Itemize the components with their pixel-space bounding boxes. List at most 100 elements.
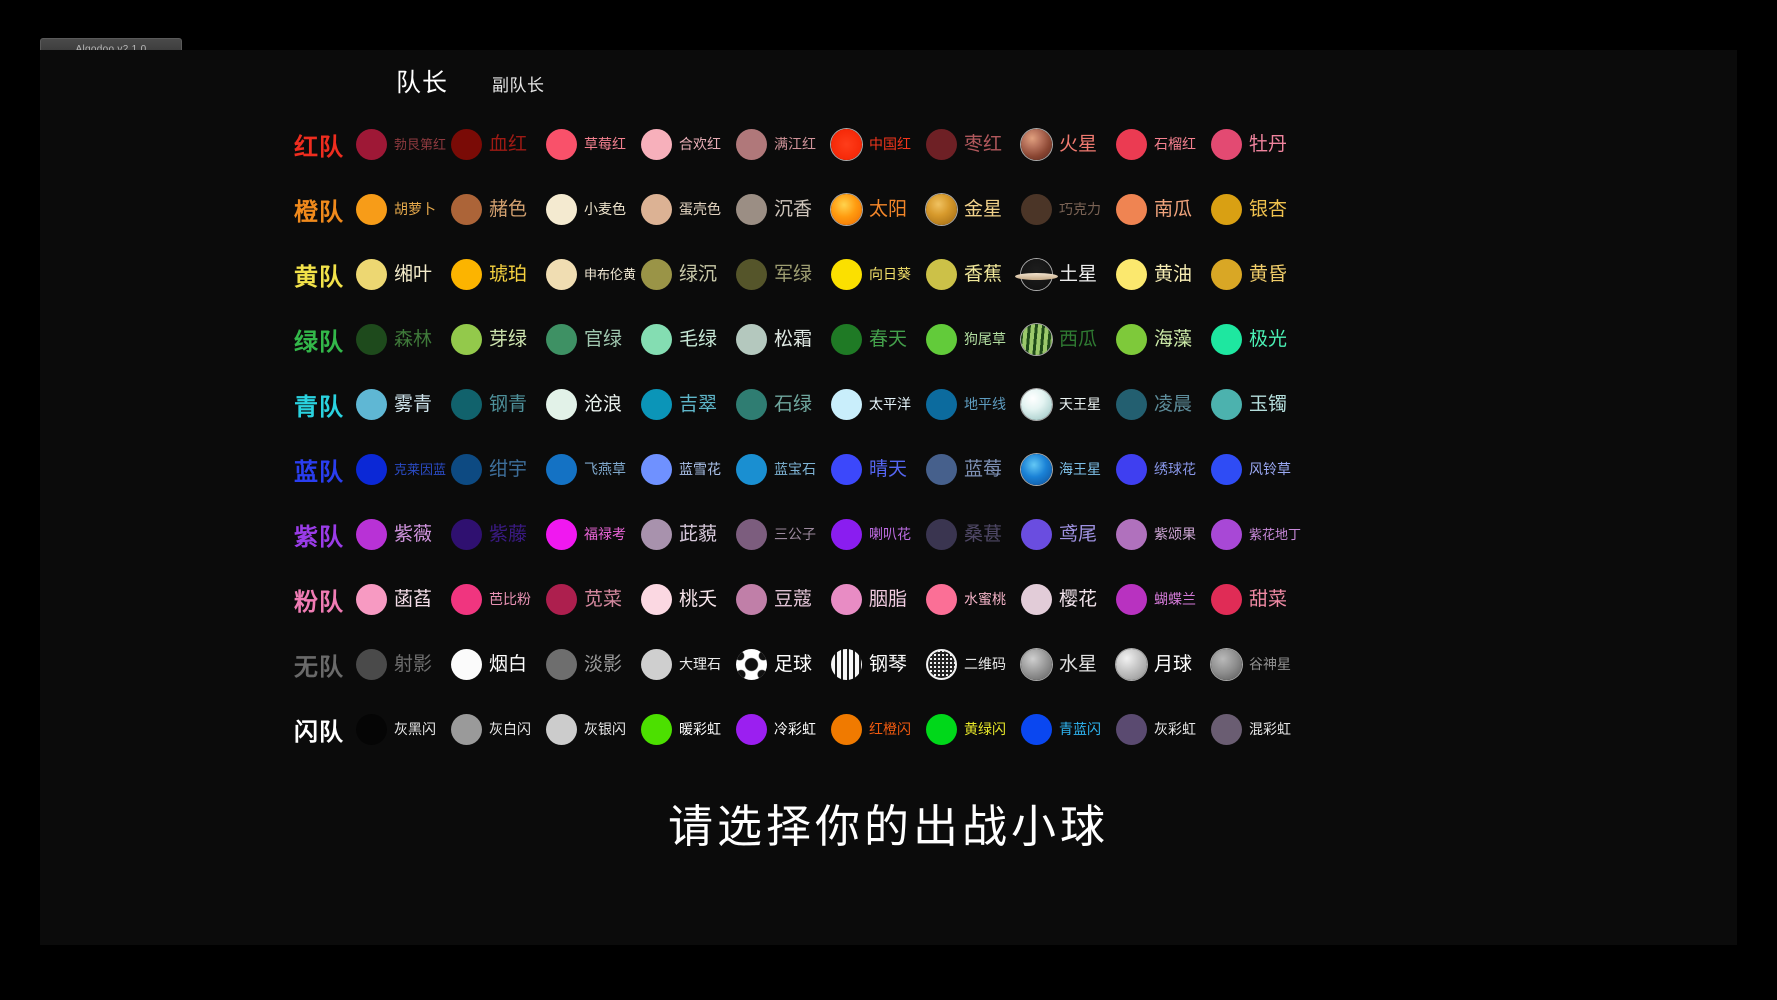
ball-option[interactable]: 紫薇	[356, 519, 451, 550]
ball-swatch-icon[interactable]	[736, 454, 767, 485]
ball-option[interactable]: 绿沉	[641, 259, 736, 290]
ball-swatch-icon[interactable]	[1211, 519, 1242, 550]
ball-swatch-icon[interactable]	[1021, 129, 1052, 160]
ball-swatch-icon[interactable]	[926, 714, 957, 745]
ball-swatch-icon[interactable]	[451, 714, 482, 745]
ball-swatch-icon[interactable]	[641, 714, 672, 745]
ball-swatch-icon[interactable]	[926, 454, 957, 485]
ball-swatch-icon[interactable]	[641, 389, 672, 420]
ball-swatch-icon[interactable]	[356, 194, 387, 225]
ball-swatch-icon[interactable]	[736, 324, 767, 355]
ball-swatch-icon[interactable]	[736, 259, 767, 290]
ball-swatch-icon[interactable]	[1116, 649, 1147, 680]
ball-option[interactable]: 芭比粉	[451, 584, 546, 615]
ball-swatch-icon[interactable]	[356, 584, 387, 615]
ball-option[interactable]: 风铃草	[1211, 454, 1306, 485]
ball-swatch-icon[interactable]	[1021, 584, 1052, 615]
ball-swatch-icon[interactable]	[1211, 714, 1242, 745]
ball-swatch-icon[interactable]	[1116, 194, 1147, 225]
ball-swatch-icon[interactable]	[1211, 584, 1242, 615]
ball-option[interactable]: 钢青	[451, 389, 546, 420]
ball-swatch-icon[interactable]	[1021, 389, 1052, 420]
ball-option[interactable]: 茈藐	[641, 519, 736, 550]
ball-swatch-icon[interactable]	[546, 584, 577, 615]
ball-option[interactable]: 天王星	[1021, 389, 1116, 420]
ball-option[interactable]: 蓝莓	[926, 454, 1021, 485]
ball-option[interactable]: 芽绿	[451, 324, 546, 355]
ball-option[interactable]: 鸢尾	[1021, 519, 1116, 550]
ball-swatch-icon[interactable]	[736, 584, 767, 615]
ball-swatch-icon[interactable]	[641, 259, 672, 290]
ball-option[interactable]: 绀宇	[451, 454, 546, 485]
ball-option[interactable]: 暖彩虹	[641, 714, 736, 745]
ball-option[interactable]: 飞燕草	[546, 454, 641, 485]
ball-swatch-icon[interactable]	[641, 194, 672, 225]
ball-swatch-icon[interactable]	[1116, 324, 1147, 355]
ball-swatch-icon[interactable]	[736, 194, 767, 225]
ball-swatch-icon[interactable]	[1021, 194, 1052, 225]
ball-option[interactable]: 银杏	[1211, 194, 1306, 225]
ball-swatch-icon[interactable]	[451, 649, 482, 680]
ball-option[interactable]: 福禄考	[546, 519, 641, 550]
ball-swatch-icon[interactable]	[546, 324, 577, 355]
ball-swatch-icon[interactable]	[1116, 584, 1147, 615]
ball-option[interactable]: 二维码	[926, 649, 1021, 680]
ball-option[interactable]: 射影	[356, 649, 451, 680]
ball-option[interactable]: 灰彩虹	[1116, 714, 1211, 745]
ball-option[interactable]: 钢琴	[831, 649, 926, 680]
ball-option[interactable]: 牡丹	[1211, 129, 1306, 160]
ball-option[interactable]: 森林	[356, 324, 451, 355]
ball-swatch-icon[interactable]	[546, 454, 577, 485]
ball-swatch-icon[interactable]	[831, 389, 862, 420]
ball-swatch-icon[interactable]	[926, 194, 957, 225]
ball-option[interactable]: 血红	[451, 129, 546, 160]
ball-option[interactable]: 三公子	[736, 519, 831, 550]
ball-option[interactable]: 狗尾草	[926, 324, 1021, 355]
ball-option[interactable]: 琥珀	[451, 259, 546, 290]
ball-swatch-icon[interactable]	[831, 129, 862, 160]
ball-swatch-icon[interactable]	[1211, 324, 1242, 355]
ball-swatch-icon[interactable]	[831, 714, 862, 745]
ball-option[interactable]: 申布伦黄	[546, 259, 641, 290]
ball-swatch-icon[interactable]	[451, 194, 482, 225]
ball-option[interactable]: 蝴蝶兰	[1116, 584, 1211, 615]
ball-option[interactable]: 红橙闪	[831, 714, 926, 745]
ball-swatch-icon[interactable]	[831, 519, 862, 550]
ball-swatch-icon[interactable]	[736, 389, 767, 420]
ball-option[interactable]: 晴天	[831, 454, 926, 485]
ball-swatch-icon[interactable]	[1211, 259, 1242, 290]
ball-option[interactable]: 黄油	[1116, 259, 1211, 290]
ball-swatch-icon[interactable]	[926, 584, 957, 615]
ball-swatch-icon[interactable]	[546, 194, 577, 225]
ball-option[interactable]: 海藻	[1116, 324, 1211, 355]
ball-option[interactable]: 石榴红	[1116, 129, 1211, 160]
ball-option[interactable]: 地平线	[926, 389, 1021, 420]
ball-swatch-icon[interactable]	[831, 649, 862, 680]
ball-swatch-icon[interactable]	[736, 714, 767, 745]
ball-swatch-icon[interactable]	[356, 389, 387, 420]
ball-option[interactable]: 勃艮第红	[356, 129, 451, 160]
ball-option[interactable]: 毛绿	[641, 324, 736, 355]
ball-swatch-icon[interactable]	[1116, 454, 1147, 485]
ball-swatch-icon[interactable]	[1116, 389, 1147, 420]
ball-option[interactable]: 蓝宝石	[736, 454, 831, 485]
ball-swatch-icon[interactable]	[356, 129, 387, 160]
ball-swatch-icon[interactable]	[1211, 129, 1242, 160]
ball-option[interactable]: 太阳	[831, 194, 926, 225]
ball-swatch-icon[interactable]	[831, 324, 862, 355]
ball-swatch-icon[interactable]	[831, 584, 862, 615]
ball-swatch-icon[interactable]	[641, 324, 672, 355]
ball-swatch-icon[interactable]	[736, 519, 767, 550]
ball-swatch-icon[interactable]	[1116, 259, 1147, 290]
ball-swatch-icon[interactable]	[546, 259, 577, 290]
ball-option[interactable]: 缃叶	[356, 259, 451, 290]
ball-option[interactable]: 西瓜	[1021, 324, 1116, 355]
ball-option[interactable]: 桑葚	[926, 519, 1021, 550]
ball-swatch-icon[interactable]	[1211, 389, 1242, 420]
ball-option[interactable]: 月球	[1116, 649, 1211, 680]
ball-option[interactable]: 香蕉	[926, 259, 1021, 290]
ball-option[interactable]: 南瓜	[1116, 194, 1211, 225]
ball-swatch-icon[interactable]	[1211, 454, 1242, 485]
ball-swatch-icon[interactable]	[356, 324, 387, 355]
ball-option[interactable]: 紫藤	[451, 519, 546, 550]
